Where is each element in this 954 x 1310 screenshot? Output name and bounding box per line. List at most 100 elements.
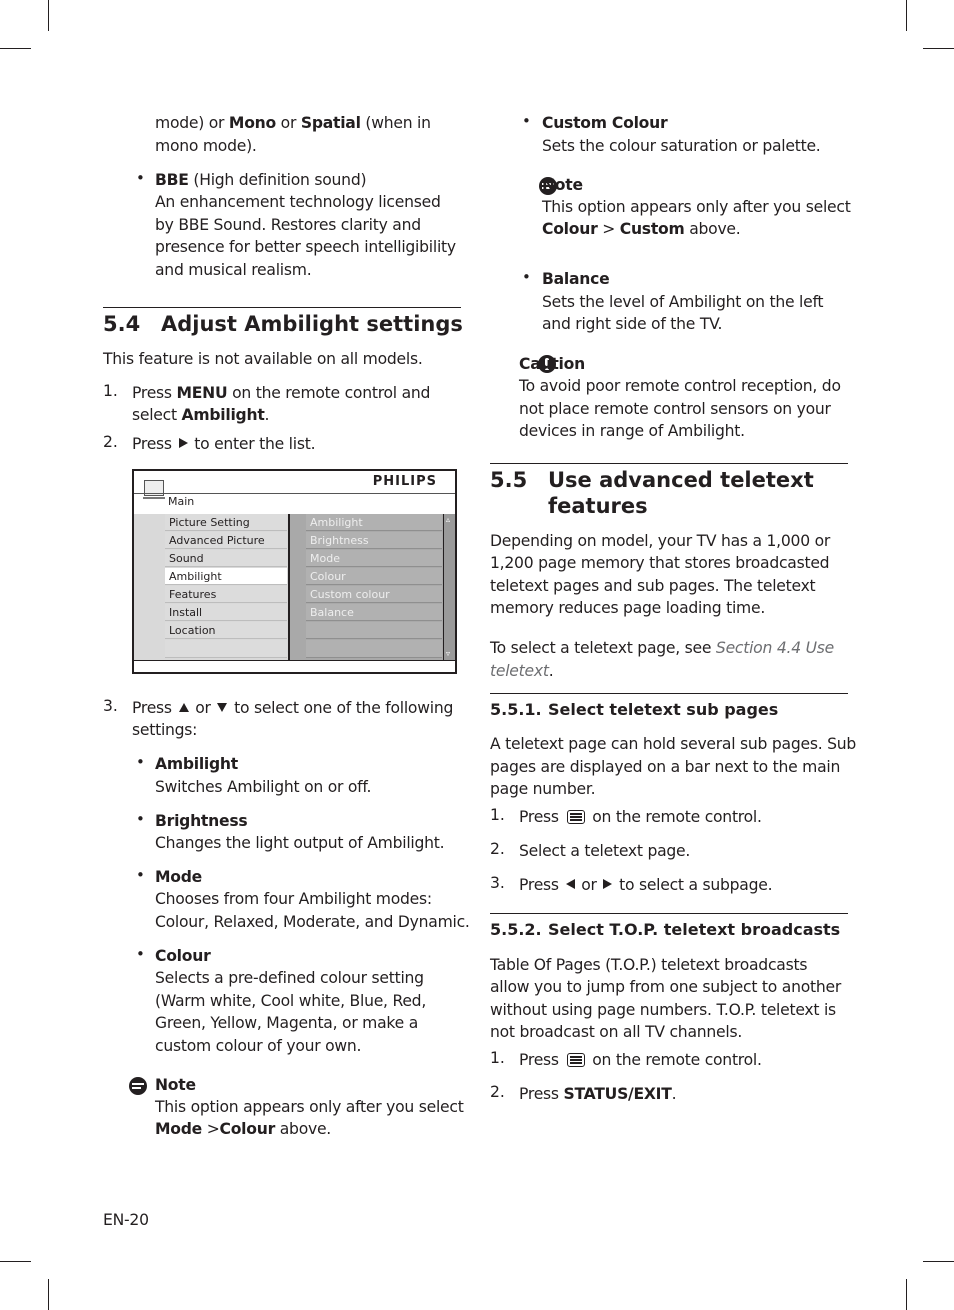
section-intro: This feature is not available on all mod…: [103, 350, 423, 368]
submenu-item-brightness[interactable]: Brightness: [306, 532, 442, 549]
sub-para: page number.: [490, 780, 596, 798]
submenu-panel: Ambilight Brightness Mode Colour Custom …: [290, 514, 443, 660]
step-1-line-2: select Ambilight.: [132, 404, 269, 427]
text: >: [597, 220, 620, 238]
submenu-item-balance[interactable]: Balance: [306, 604, 442, 621]
menu-item-features[interactable]: Features: [165, 586, 287, 603]
menu-item-install[interactable]: Install: [165, 604, 287, 621]
caution-line: devices in range of Ambilight.: [519, 422, 745, 440]
scroll-up-icon[interactable]: ▵: [446, 515, 450, 524]
text: mode) or: [155, 114, 229, 132]
philips-logo: PHILIPS: [372, 474, 437, 489]
bullet: •: [136, 810, 145, 828]
note-line: This option appears only after you selec…: [542, 198, 851, 216]
step: Press on the remote control.: [519, 806, 762, 829]
step-2: Press to enter the list.: [132, 433, 316, 456]
divider: [134, 493, 455, 494]
setting-desc: Sets the level of Ambilight on the left: [542, 293, 824, 311]
scroll-down-icon[interactable]: ▿: [446, 649, 450, 658]
submenu-item-colour[interactable]: Colour: [306, 568, 442, 585]
caution-title: Caution: [519, 355, 585, 373]
step-3-line-2: settings:: [132, 721, 198, 739]
bold-mono: Mono: [228, 114, 276, 132]
section-rule: [490, 913, 848, 914]
sub-para: pages are displayed on a bar next to the…: [490, 758, 841, 776]
text: Press: [132, 384, 177, 402]
setting-desc: (Warm white, Cool white, Blue, Red,: [155, 992, 427, 1010]
menu-item-location[interactable]: Location: [165, 622, 287, 639]
tv-menu-screenshot: PHILIPS Main Picture Setting Advanced Pi…: [132, 469, 457, 674]
section-para: 1,200 page memory that stores broadcaste…: [490, 554, 830, 572]
menu-key: MENU: [176, 384, 228, 402]
right-arrow-icon: [603, 879, 613, 889]
section-link[interactable]: teletext: [490, 662, 549, 680]
step-number: 3.: [103, 697, 118, 715]
scrollbar[interactable]: ▵ ▿: [443, 514, 455, 660]
text: Press: [132, 699, 177, 717]
text: .: [548, 662, 554, 680]
cross-reference-2: teletext.: [490, 660, 554, 683]
bbe-heading: BBE (High definition sound): [155, 169, 367, 192]
section-title: Adjust Ambilight settings: [161, 312, 463, 336]
setting-title: Custom Colour: [542, 114, 668, 132]
sub-para: A teletext page can hold several sub pag…: [490, 735, 857, 753]
subsection-title: Select teletext sub pages: [548, 700, 779, 719]
text: Press: [519, 808, 564, 826]
step-number: 1.: [490, 1049, 505, 1067]
submenu-item-mode[interactable]: Mode: [306, 550, 442, 567]
bullet: •: [136, 753, 145, 771]
text: on the remote control.: [587, 808, 762, 826]
bullet: •: [136, 169, 145, 187]
step: Select a teletext page.: [519, 842, 691, 860]
page-number: EN-20: [103, 1211, 149, 1229]
bold-colour: Colour: [542, 220, 598, 238]
menu-breadcrumb: Main: [168, 495, 195, 508]
crop-mark: [923, 1261, 954, 1262]
bold-colour: Colour: [219, 1120, 276, 1138]
setting-desc: Sets the colour saturation or palette.: [542, 137, 821, 155]
bullet: •: [522, 268, 531, 286]
menu-item-ambilight[interactable]: Ambilight: [165, 568, 287, 585]
down-arrow-icon: [217, 703, 228, 712]
sub-para: not broadcast on all TV channels.: [490, 1023, 743, 1041]
submenu-item-ambilight[interactable]: Ambilight: [306, 514, 442, 531]
intro-line: mode) or Mono or Spatial (when in: [155, 112, 431, 135]
bbe-subtitle: (High definition sound): [188, 171, 367, 189]
sub-para: Table Of Pages (T.O.P.) teletext broadca…: [490, 956, 808, 974]
text: or: [576, 876, 602, 894]
subsection-heading-5-5-2: 5.5.2. Select T.O.P. teletext broadcasts: [490, 919, 840, 941]
menu-body: Picture Setting Advanced Picture Sound A…: [134, 514, 455, 660]
text: Press: [132, 435, 177, 453]
setting-title: Ambilight: [155, 755, 238, 773]
text: select: [132, 406, 182, 424]
note-title: Note: [542, 176, 583, 194]
sub-para: without using page numbers. T.O.P. telet…: [490, 1001, 836, 1019]
menu-item-sound[interactable]: Sound: [165, 550, 287, 567]
sub-para: allow you to jump from one subject to an…: [490, 978, 841, 996]
section-para: Depending on model, your TV has a 1,000 …: [490, 532, 831, 550]
step-number: 2.: [103, 433, 118, 451]
crop-mark: [906, 1279, 907, 1310]
menu-item-picture-setting[interactable]: Picture Setting: [165, 514, 287, 531]
crop-mark: [923, 48, 954, 49]
up-arrow-icon: [178, 703, 189, 712]
section-rule: [490, 693, 848, 694]
teletext-icon: [566, 1053, 585, 1067]
setting-desc: Selects a pre-defined colour setting: [155, 969, 424, 987]
text: to select a subpage.: [614, 876, 773, 894]
submenu-item-custom-colour[interactable]: Custom colour: [306, 586, 442, 603]
crop-mark: [0, 1261, 31, 1262]
menu-item-advanced-picture[interactable]: Advanced Picture: [165, 532, 287, 549]
setting-title: Mode: [155, 868, 202, 886]
bold-custom: Custom: [619, 220, 685, 238]
setting-title: Colour: [155, 947, 211, 965]
note-line-2: Colour > Custom above.: [542, 218, 741, 241]
section-link[interactable]: Section 4.4 Use: [716, 639, 834, 657]
intro-line-2: mono mode).: [155, 137, 257, 155]
subsection-heading-5-5-1: 5.5.1. Select teletext sub pages: [490, 699, 778, 721]
caution-line: not place remote control sensors on your: [519, 400, 831, 418]
setting-desc: Green, Yellow, Magenta, or make a: [155, 1014, 419, 1032]
note-line: This option appears only after you selec…: [155, 1098, 464, 1116]
section-rule: [103, 307, 461, 308]
setting-desc: and right side of the TV.: [542, 315, 723, 333]
